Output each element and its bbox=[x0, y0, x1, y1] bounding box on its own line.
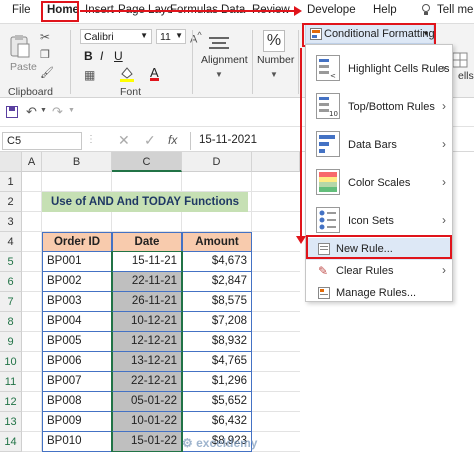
watermark-icon: ⚙ bbox=[182, 436, 197, 450]
annotation-arrows bbox=[80, 6, 306, 244]
watermark-logo: ⚙ exceldemy bbox=[182, 436, 258, 450]
arrow-head bbox=[294, 6, 302, 16]
arrow-head bbox=[296, 236, 306, 244]
